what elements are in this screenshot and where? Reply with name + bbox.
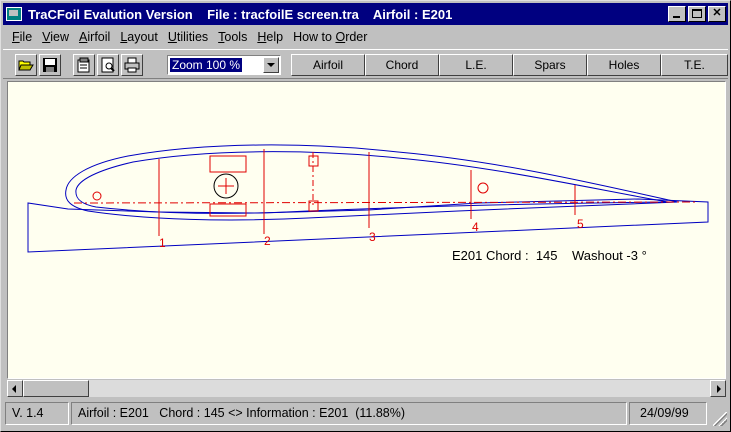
status-version: V. 1.4	[5, 402, 69, 425]
station-label-1: 1	[159, 236, 166, 250]
properties-button[interactable]	[73, 54, 95, 76]
menu-file-label: ile	[19, 30, 33, 44]
marker-front	[92, 191, 102, 201]
zoom-select[interactable]: Zoom 100 %	[167, 55, 281, 75]
toolbar: Zoom 100 % Airfoil Chord L.E. Spars Hole…	[3, 49, 728, 79]
title-bar[interactable]: TraCFoil Evalution Version File : tracfo…	[3, 3, 728, 25]
station-label-5: 5	[577, 217, 584, 231]
chord-button[interactable]: Chord	[365, 54, 439, 76]
spar-notch-lower	[209, 203, 247, 217]
scroll-left-arrow-icon[interactable]	[7, 380, 23, 397]
close-button[interactable]: ✕	[708, 6, 726, 22]
zoom-value: Zoom 100 %	[170, 58, 243, 72]
menu-help-label: elp	[266, 30, 284, 44]
save-button[interactable]	[39, 54, 61, 76]
window-title: TraCFoil Evalution Version File : tracfo…	[28, 6, 453, 22]
holes-button[interactable]: Holes	[587, 54, 661, 76]
menu-order-mnemonic: O	[335, 30, 346, 44]
te-button[interactable]: T.E.	[661, 54, 728, 76]
scroll-thumb[interactable]	[23, 380, 89, 397]
properties-icon	[77, 57, 90, 73]
print-button[interactable]	[121, 54, 143, 76]
spar-notch-upper	[209, 155, 247, 173]
menu-layout-label: ayout	[127, 30, 158, 44]
spars-button[interactable]: Spars	[513, 54, 587, 76]
app-window: TraCFoil Evalution Version File : tracfo…	[0, 0, 731, 432]
menu-file-mnemonic: F	[12, 30, 20, 44]
print-preview-icon	[101, 57, 115, 73]
airfoil-drawing: 1 2 3 4 5 E201 Chord : 145 Washout -3 °	[27, 144, 709, 263]
airfoil-inner-outline	[75, 151, 669, 214]
menu-help[interactable]: Help	[252, 30, 288, 44]
menu-layout[interactable]: Layout	[115, 30, 163, 44]
print-preview-button[interactable]	[97, 54, 119, 76]
minimize-icon	[673, 16, 680, 18]
menu-view[interactable]: View	[37, 30, 74, 44]
station-label-2: 2	[264, 234, 271, 248]
drawing-canvas[interactable]: 1 2 3 4 5 E201 Chord : 145 Washout -3 °	[7, 81, 726, 379]
station-label-3: 3	[369, 230, 376, 244]
maximize-icon	[692, 9, 702, 18]
maximize-button[interactable]	[688, 6, 706, 22]
menu-bar: File View Airfoil Layout Utilities Tools…	[3, 27, 728, 47]
menu-view-label: iew	[50, 30, 70, 44]
menu-utilities-mnemonic: U	[167, 30, 177, 44]
menu-tools[interactable]: Tools	[213, 30, 252, 44]
app-icon[interactable]	[6, 7, 22, 21]
menu-tools-label: ools	[224, 30, 248, 44]
menu-airfoil-label: irfoil	[87, 30, 111, 44]
menu-file[interactable]: File	[3, 30, 37, 44]
menu-utilities[interactable]: Utilities	[163, 30, 213, 44]
menu-how-to-order[interactable]: How to Order	[288, 30, 372, 44]
menu-airfoil[interactable]: Airfoil	[74, 30, 115, 44]
resize-grip-icon[interactable]	[713, 412, 727, 426]
status-bar: V. 1.4 Airfoil : E201 Chord : 145 <> Inf…	[3, 401, 728, 427]
print-icon	[124, 57, 140, 73]
station-label-4: 4	[472, 220, 479, 234]
close-icon: ✕	[712, 7, 722, 19]
open-button[interactable]	[15, 54, 37, 76]
chevron-down-icon[interactable]	[263, 57, 279, 73]
airfoil-button[interactable]: Airfoil	[291, 54, 365, 76]
marker-rear	[477, 182, 489, 194]
le-button[interactable]: L.E.	[439, 54, 513, 76]
menu-order-prefix: How to	[293, 30, 336, 44]
chord-washout-annotation: E201 Chord : 145 Washout -3 °	[452, 248, 647, 263]
scroll-right-arrow-icon[interactable]	[710, 380, 726, 397]
minimize-button[interactable]	[668, 6, 686, 22]
horizontal-scrollbar[interactable]	[7, 380, 726, 397]
menu-utilities-label: tilities	[176, 30, 209, 44]
save-disk-icon	[43, 58, 57, 72]
menu-order-label: rder	[345, 30, 368, 44]
window-controls: ✕	[668, 6, 726, 22]
status-date: 24/09/99	[629, 402, 707, 425]
status-info: Airfoil : E201 Chord : 145 <> Informatio…	[71, 402, 627, 425]
open-folder-icon	[18, 60, 34, 71]
rib-template-outline	[27, 198, 709, 253]
